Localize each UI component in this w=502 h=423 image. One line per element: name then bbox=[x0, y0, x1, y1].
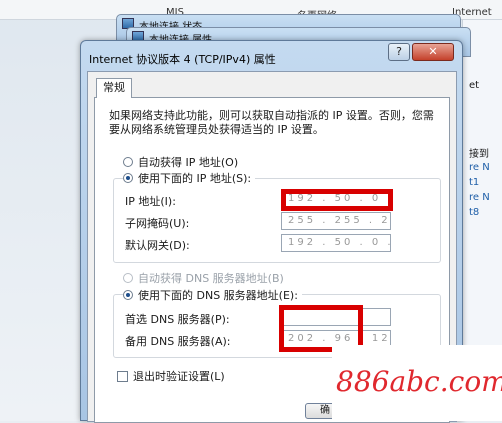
auto-dns-label: 自动获得 DNS 服务器地址(B) bbox=[138, 272, 284, 285]
right-panel-link[interactable]: t1 bbox=[469, 177, 479, 188]
manual-dns-label: 使用下面的 DNS 服务器地址(E): bbox=[138, 289, 298, 302]
subnet-mask-input[interactable]: 255 . 255 . 255 . 0 bbox=[281, 212, 391, 230]
background-right-panel: et 接到 re N t1 re N t8 bbox=[462, 20, 502, 350]
right-panel-text: 接到 bbox=[469, 149, 489, 160]
manual-ip-label: 使用下面的 IP 地址(S): bbox=[138, 172, 252, 185]
alternate-dns-label: 备用 DNS 服务器(A): bbox=[125, 335, 231, 348]
dialog-title: Internet 协议版本 4 (TCP/IPv4) 属性 bbox=[89, 53, 276, 66]
description-text: 如果网络支持此功能，则可以获取自动指派的 IP 设置。否则，您需要从网络系统管理… bbox=[109, 109, 434, 136]
subnet-mask-label: 子网掩码(U): bbox=[125, 217, 190, 230]
close-icon: ✕ bbox=[428, 45, 438, 58]
radio-selected-icon bbox=[123, 290, 133, 300]
radio-icon bbox=[123, 157, 133, 167]
right-panel-link[interactable]: t8 bbox=[469, 207, 479, 218]
ip-address-label: IP 地址(I): bbox=[125, 195, 176, 208]
auto-ip-label: 自动获得 IP 地址(O) bbox=[138, 156, 239, 169]
tab-general[interactable]: 常规 bbox=[96, 78, 132, 98]
manual-ip-radio[interactable]: 使用下面的 IP 地址(S): bbox=[123, 170, 256, 186]
watermark: 886abc.com bbox=[332, 345, 502, 421]
right-panel-text: et bbox=[469, 80, 480, 91]
validate-on-exit-label: 退出时验证设置(L) bbox=[133, 370, 225, 383]
preferred-dns-label: 首选 DNS 服务器(P): bbox=[125, 313, 230, 326]
checkbox-icon bbox=[117, 371, 128, 382]
close-button[interactable]: ✕ bbox=[412, 43, 454, 61]
radio-selected-icon bbox=[123, 173, 133, 183]
help-button[interactable]: ? bbox=[388, 43, 410, 61]
auto-ip-radio[interactable]: 自动获得 IP 地址(O) bbox=[123, 154, 238, 170]
validate-on-exit-checkbox[interactable]: 退出时验证设置(L) bbox=[117, 368, 225, 384]
right-panel-link[interactable]: re N bbox=[469, 192, 490, 203]
manual-dns-radio[interactable]: 使用下面的 DNS 服务器地址(E): bbox=[123, 287, 302, 303]
right-panel-link[interactable]: re N bbox=[469, 162, 490, 173]
watermark-text: 886abc.com bbox=[336, 365, 502, 398]
redaction-mark bbox=[281, 189, 393, 211]
auto-dns-radio[interactable]: 自动获得 DNS 服务器地址(B) bbox=[123, 270, 284, 286]
radio-icon bbox=[123, 273, 133, 283]
default-gateway-input[interactable]: 192 . 50 . 0 . 254 bbox=[281, 234, 391, 252]
default-gateway-label: 默认网关(D): bbox=[125, 239, 190, 252]
